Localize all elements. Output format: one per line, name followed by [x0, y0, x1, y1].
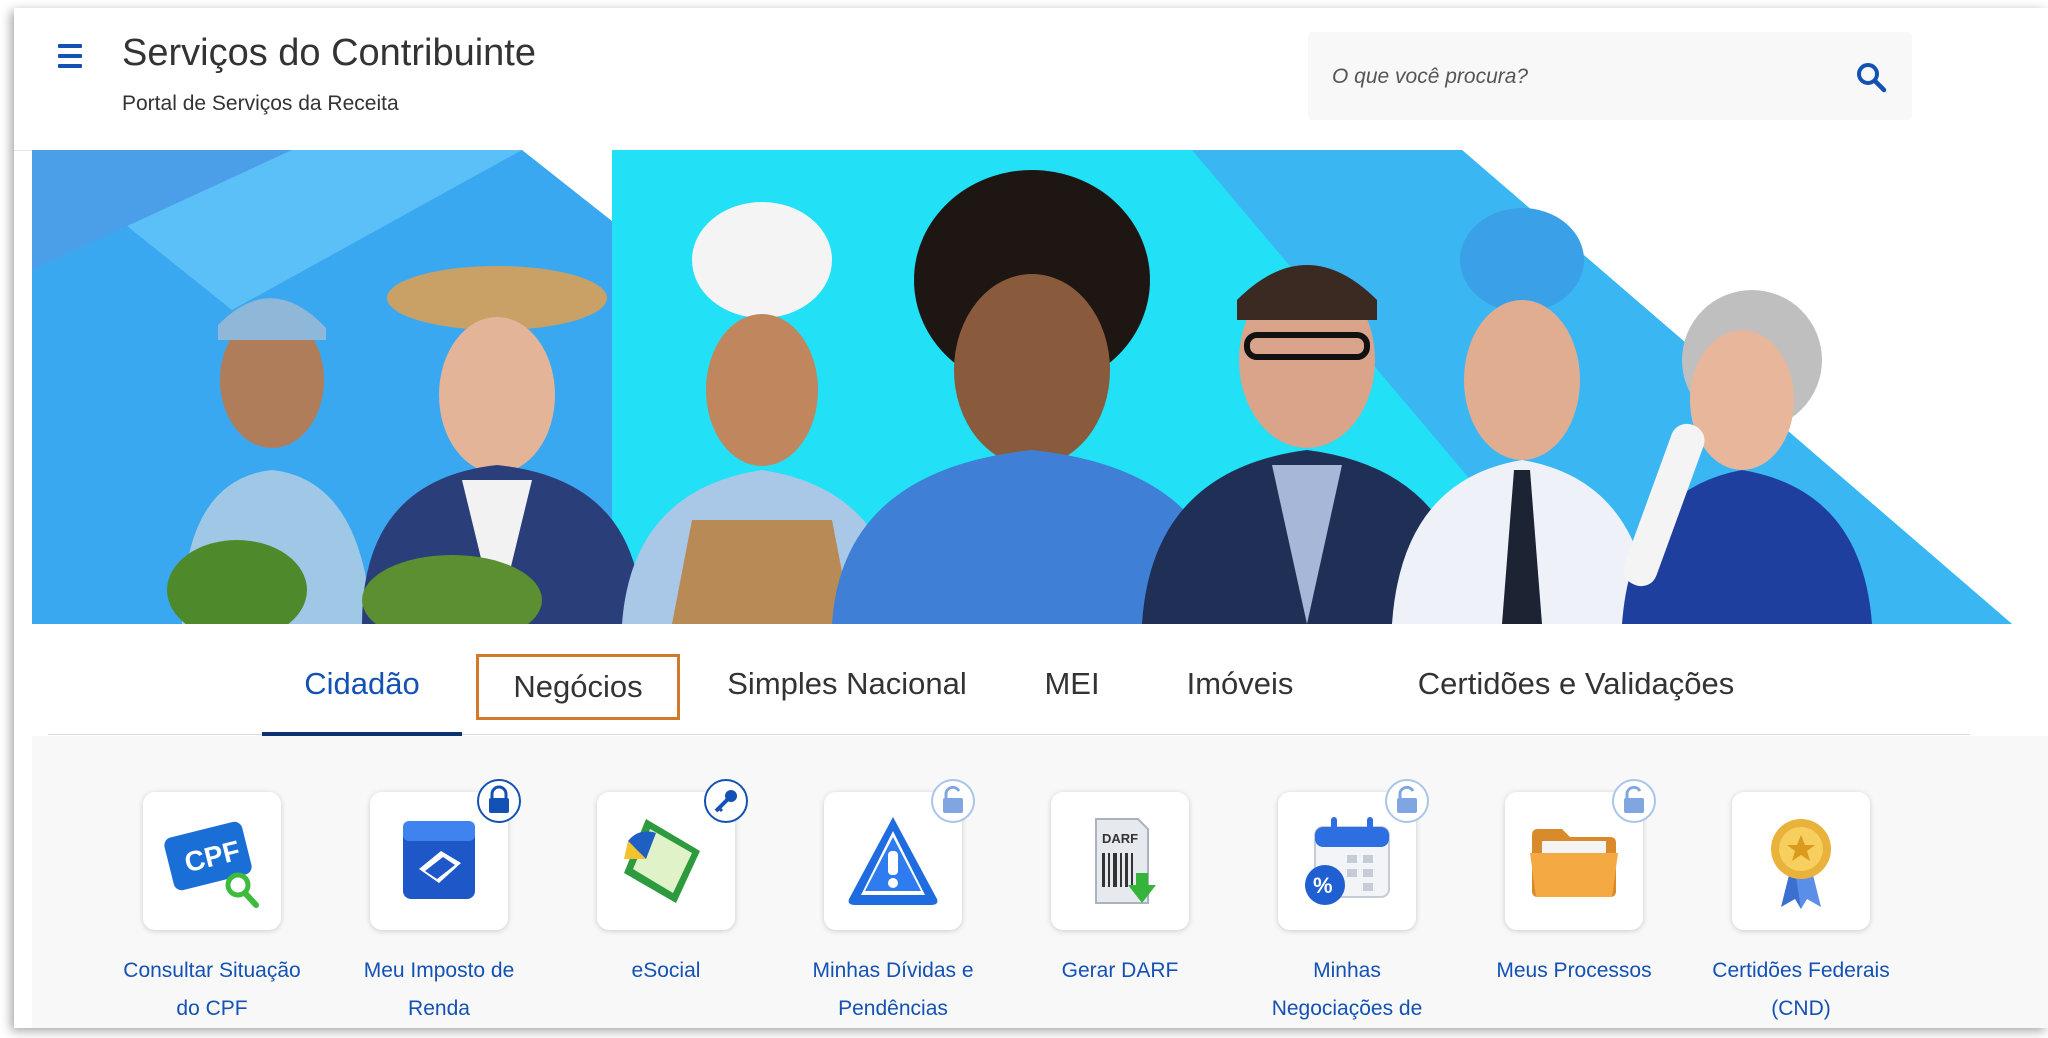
- service-label: Certidões Federais (CND): [1712, 959, 1890, 1020]
- services-grid: CPF Consultar Situação do CPF Meu Impost…: [32, 736, 2048, 1028]
- lock-closed-icon: [477, 779, 521, 823]
- service-card[interactable]: CPF: [143, 792, 281, 930]
- tab-simples-nacional[interactable]: Simples Nacional: [714, 648, 980, 734]
- banner-people-illustration: [32, 150, 2012, 624]
- service-card[interactable]: [1505, 779, 1656, 930]
- lock-open-icon: [1385, 779, 1429, 823]
- page-subtitle: Portal de Serviços da Receita: [122, 92, 399, 115]
- page: Serviços do Contribuinte Portal de Servi…: [14, 8, 2048, 1028]
- service-label: Minhas Negociações de: [1271, 959, 1423, 1020]
- service-card[interactable]: DARF: [1051, 792, 1189, 930]
- service-label: Minhas Dívidas e Pendências: [812, 959, 974, 1020]
- service-esocial[interactable]: eSocial: [556, 779, 776, 990]
- tab-mei[interactable]: MEI: [1032, 648, 1112, 734]
- service-label: Meus Processos: [1496, 959, 1652, 982]
- service-minhas-dividas[interactable]: Minhas Dívidas e Pendências: [783, 779, 1003, 1028]
- service-card[interactable]: [597, 779, 748, 930]
- hero-banner: [32, 150, 2048, 624]
- category-tabs: Cidadão Negócios Simples Nacional MEI Im…: [48, 648, 1970, 736]
- service-meus-processos[interactable]: Meus Processos: [1464, 779, 1684, 990]
- tab-certidoes-validacoes[interactable]: Certidões e Validações: [1364, 648, 1788, 734]
- tab-imoveis[interactable]: Imóveis: [1168, 648, 1312, 734]
- service-card[interactable]: [370, 779, 521, 930]
- folder-icon: [1530, 829, 1618, 897]
- tab-cidadao[interactable]: Cidadão: [262, 648, 462, 736]
- income-tax-icon: [403, 821, 475, 899]
- service-certidoes-federais[interactable]: Certidões Federais (CND): [1691, 792, 1911, 1028]
- service-label: Gerar DARF: [1061, 959, 1179, 982]
- svg-text:DARF: DARF: [1102, 831, 1138, 846]
- site-header: Serviços do Contribuinte Portal de Servi…: [14, 8, 2048, 151]
- service-label: Consultar Situação do CPF: [123, 959, 301, 1020]
- service-card[interactable]: [824, 779, 975, 930]
- warning-icon: [848, 817, 938, 905]
- service-label: Meu Imposto de Renda: [363, 959, 515, 1020]
- service-minhas-negociacoes[interactable]: % Minhas Negociações de: [1237, 779, 1457, 1028]
- esocial-icon: [624, 819, 700, 903]
- search-icon[interactable]: [1854, 60, 1888, 94]
- service-meu-imposto-de-renda[interactable]: Meu Imposto de Renda: [329, 779, 549, 1028]
- medal-icon: [1771, 819, 1831, 909]
- darf-document-icon: DARF: [1095, 818, 1156, 904]
- lock-open-icon: [931, 779, 975, 823]
- svg-text:%: %: [1313, 873, 1333, 898]
- page-title: Serviços do Contribuinte: [122, 32, 536, 74]
- service-card[interactable]: %: [1278, 779, 1429, 930]
- cpf-card-icon: CPF: [164, 821, 259, 908]
- search-input[interactable]: [1308, 32, 1834, 122]
- service-consultar-cpf[interactable]: CPF Consultar Situação do CPF: [102, 792, 322, 1028]
- search-box: [1308, 32, 1912, 122]
- service-card[interactable]: [1732, 792, 1870, 930]
- hamburger-menu-icon[interactable]: [58, 44, 88, 74]
- lock-open-icon: [1612, 779, 1656, 823]
- tab-negocios[interactable]: Negócios: [476, 654, 680, 720]
- service-gerar-darf[interactable]: DARF Gerar DARF: [1010, 792, 1230, 990]
- calendar-percent-icon: %: [1305, 817, 1390, 905]
- key-icon: [704, 779, 748, 823]
- service-label: eSocial: [631, 959, 701, 982]
